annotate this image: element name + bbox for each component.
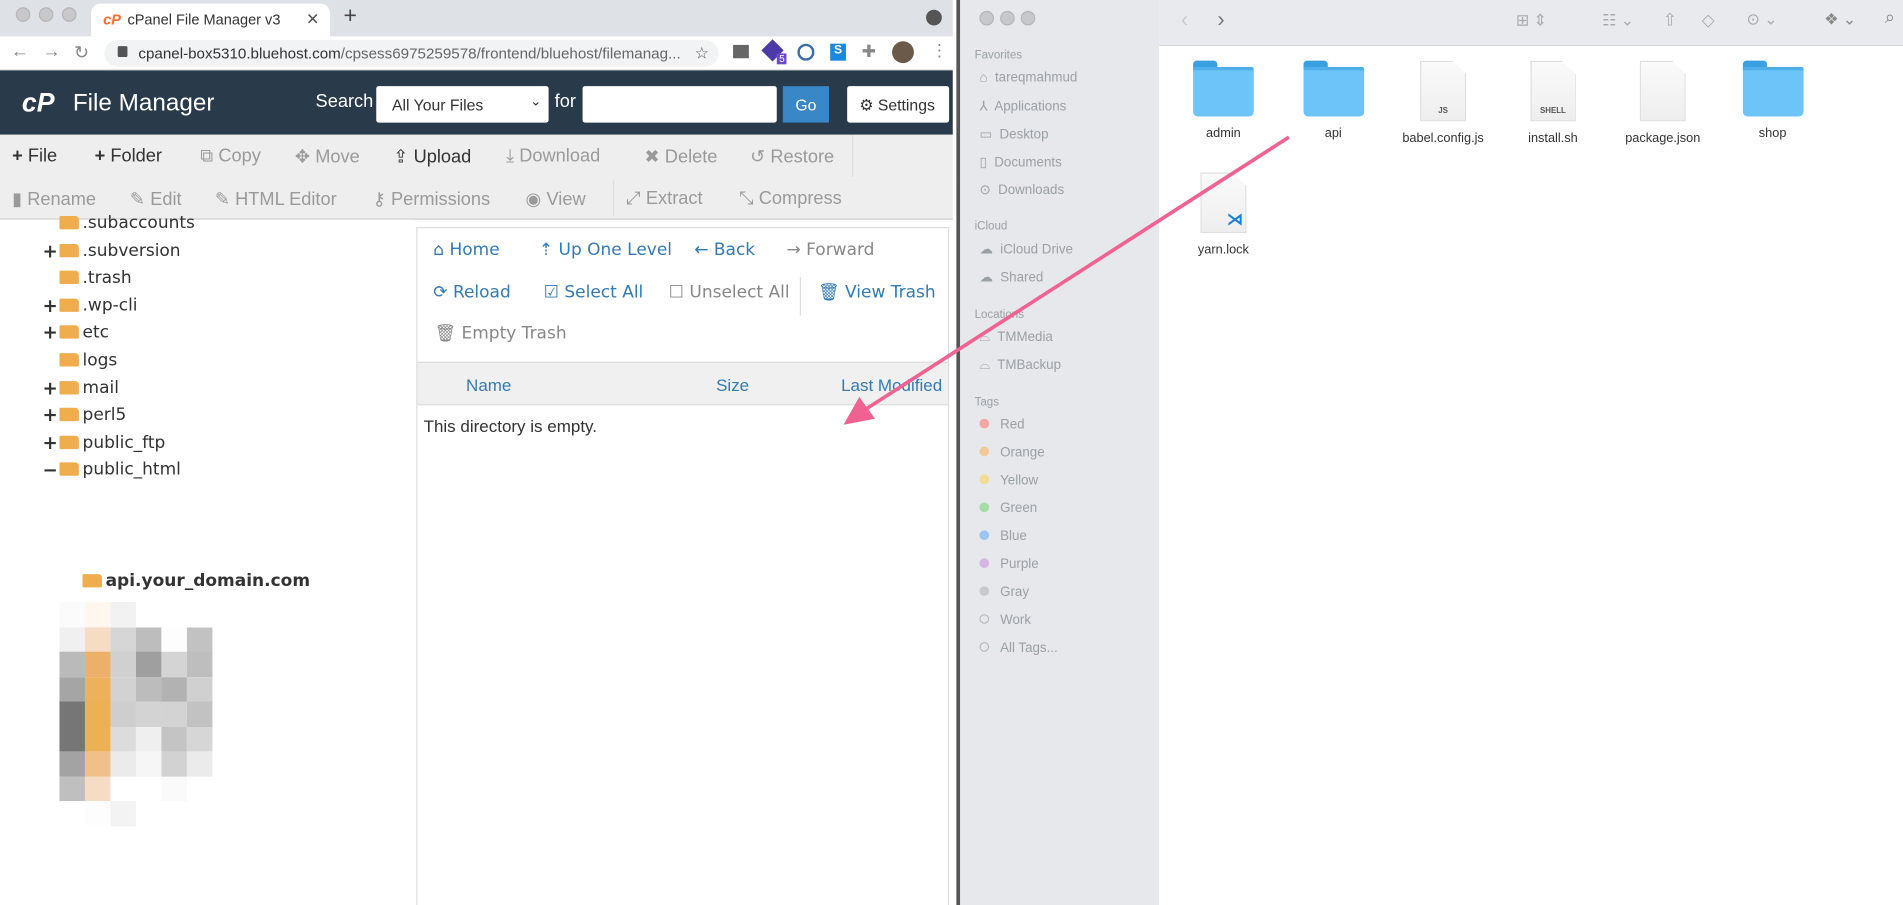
arrow-head bbox=[843, 396, 876, 425]
arrow-line bbox=[863, 135, 1290, 412]
annotation-arrow bbox=[843, 135, 1290, 425]
